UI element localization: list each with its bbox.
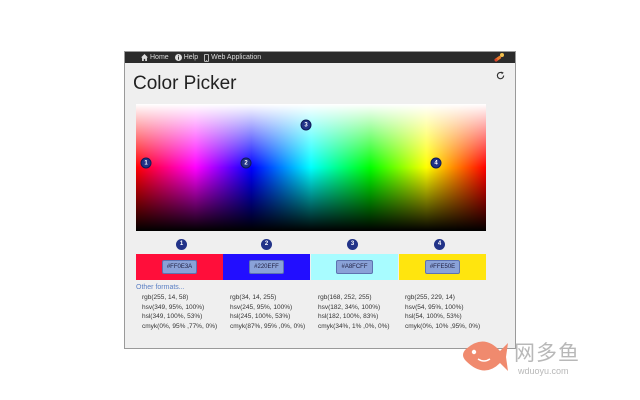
formats-column-4: rgb(255, 229, 14) hsv(54, 95%, 100%) hsl… <box>405 293 480 331</box>
nav-web-application-label: Web Application <box>211 54 262 61</box>
swatch-number-3: 3 <box>347 239 358 250</box>
cmyk-value: cmyk(34%, 1% ,0%, 0%) <box>318 322 390 330</box>
nav-home[interactable]: Home <box>141 54 169 61</box>
hsl-value: hsl(245, 100%, 53%) <box>230 313 291 320</box>
hsl-value: hsl(349, 100%, 53%) <box>142 313 203 320</box>
color-swatch-1[interactable]: #FF0E3A <box>136 254 223 280</box>
hsv-value: hsv(54, 95%, 100%) <box>405 303 464 311</box>
rgb-value: rgb(34, 14, 255) <box>230 294 277 301</box>
rgb-value: rgb(255, 14, 58) <box>142 294 189 301</box>
swatch-number-4: 4 <box>434 239 445 250</box>
hsv-value: hsv(245, 95%, 100%) <box>230 303 293 311</box>
nav-help-label: Help <box>183 54 199 61</box>
app-window: Home Help Web Application Color Picker 1… <box>124 51 516 349</box>
navbar: Home Help Web Application <box>125 52 515 63</box>
paint-brush-logo-icon <box>494 53 504 62</box>
nav-home-label: Home <box>150 54 169 61</box>
cmyk-value: cmyk(0%, 10% ,95%, 0%) <box>405 322 481 330</box>
formats-column-2: rgb(34, 14, 255) hsv(245, 95%, 100%) hsl… <box>230 293 305 331</box>
page-title: Color Picker <box>133 73 237 94</box>
hsl-value: hsl(182, 100%, 83%) <box>318 313 379 320</box>
nav-help[interactable]: Help <box>174 54 199 61</box>
swatch-number-1: 1 <box>176 239 187 250</box>
watermark: 网多鱼 wduoyu.com <box>460 333 630 383</box>
fish-logo-icon <box>463 341 508 371</box>
hex-button-2[interactable]: #220EFF <box>249 260 284 274</box>
formats-column-3: rgb(168, 252, 255) hsv(182, 34%, 100%) h… <box>318 293 390 331</box>
nav-web-application[interactable]: Web Application <box>204 53 262 62</box>
hex-button-4[interactable]: #FFE50E <box>424 260 461 274</box>
hex-button-1[interactable]: #FF0E3A <box>161 260 198 274</box>
refresh-icon[interactable] <box>496 71 505 80</box>
watermark-url: wduoyu.com <box>518 366 569 376</box>
marker-1[interactable]: 1 <box>140 157 152 169</box>
home-icon <box>141 54 148 61</box>
swatch-number-2: 2 <box>261 239 272 250</box>
marker-3[interactable]: 3 <box>300 119 312 131</box>
color-swatch-2[interactable]: #220EFF <box>223 254 310 280</box>
marker-4[interactable]: 4 <box>430 157 442 169</box>
hex-button-3[interactable]: #A8FCFF <box>336 260 373 274</box>
color-spectrum-canvas[interactable]: 1 2 3 4 <box>136 104 486 231</box>
info-icon <box>174 54 182 61</box>
marker-2[interactable]: 2 <box>240 157 252 169</box>
hsv-value: hsv(182, 34%, 100%) <box>318 303 381 311</box>
hsv-value: hsv(349, 95%, 100%) <box>142 303 205 311</box>
hsl-value: hsl(54, 100%, 53%) <box>405 313 462 320</box>
rgb-value: rgb(168, 252, 255) <box>318 294 372 301</box>
cmyk-value: cmyk(0%, 95% ,77%, 0%) <box>142 322 218 330</box>
rgb-value: rgb(255, 229, 14) <box>405 294 455 301</box>
color-swatch-3[interactable]: #A8FCFF <box>311 254 398 280</box>
color-swatch-4[interactable]: #FFE50E <box>399 254 486 280</box>
formats-column-1: rgb(255, 14, 58) hsv(349, 95%, 100%) hsl… <box>142 293 217 331</box>
watermark-name: 网多鱼 <box>514 342 580 365</box>
cmyk-value: cmyk(87%, 95% ,0%, 0%) <box>230 322 306 330</box>
other-formats-link[interactable]: Other formats... <box>136 284 185 291</box>
mobile-icon <box>204 53 209 62</box>
